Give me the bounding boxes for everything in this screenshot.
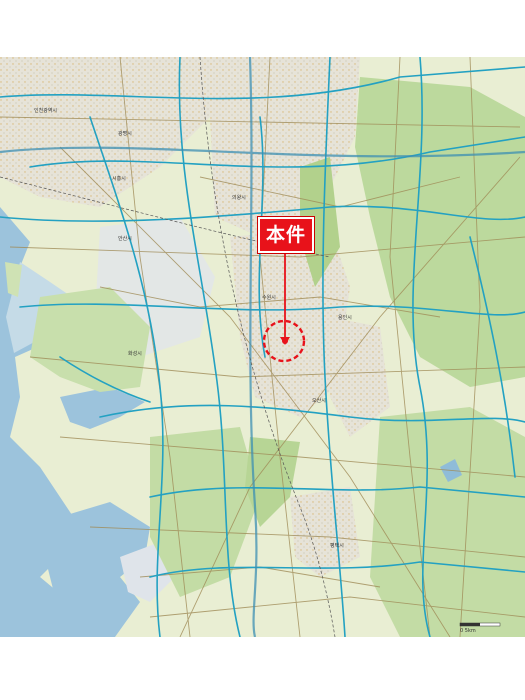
forest-southeast (370, 407, 525, 637)
place-label: 안산시 (118, 235, 132, 242)
map-view[interactable]: 인천광역시 시흥시 안산시 화성시 수원시 용인시 평택시 오산시 의왕시 광명… (0, 57, 525, 637)
place-label: 인천광역시 (34, 107, 57, 114)
target-callout-label: 本件 (258, 217, 314, 253)
target-point-dot (282, 338, 288, 344)
place-label: 평택시 (330, 542, 344, 549)
map-canvas[interactable]: 인천광역시 시흥시 안산시 화성시 수원시 용인시 평택시 오산시 의왕시 광명… (0, 57, 525, 637)
place-label: 오산시 (312, 397, 326, 404)
place-label: 의왕시 (232, 194, 246, 201)
place-label: 화성시 (128, 350, 142, 357)
place-label: 광명시 (118, 130, 132, 137)
place-label: 수원시 (262, 294, 276, 301)
scale-label: 0 5km (460, 628, 476, 634)
place-label: 용인시 (338, 314, 352, 321)
place-label: 시흥시 (112, 175, 126, 182)
